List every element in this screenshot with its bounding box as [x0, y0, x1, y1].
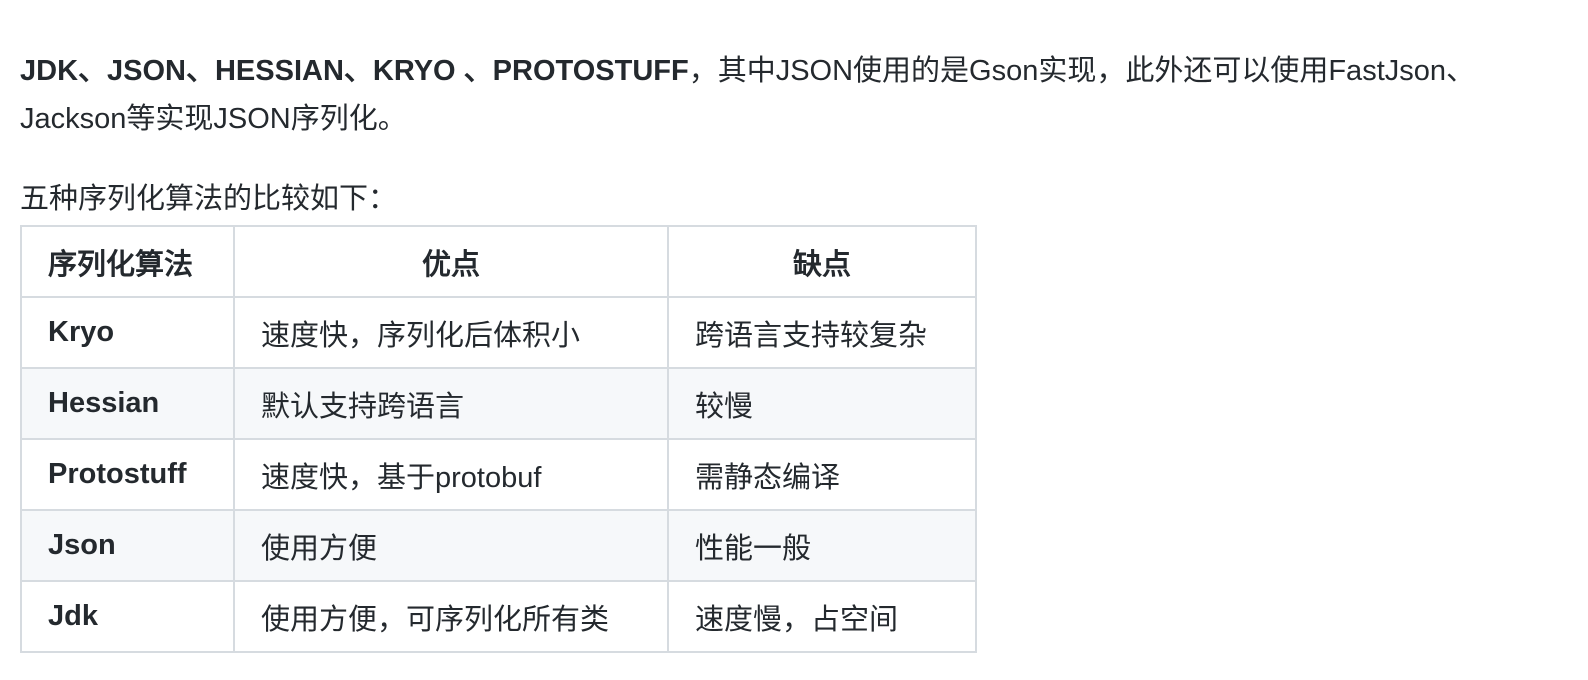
intro-line-1-rest: ，其中JSON使用的是Gson实现，此外还可以使用FastJson、 — [688, 55, 1476, 87]
algorithm-name: Hessian — [20, 367, 235, 440]
serialization-comparison-table: 序列化算法 优点 缺点 Kryo 速度快，序列化后体积小 跨语言支持较复杂 He… — [20, 225, 977, 653]
table-row: Kryo 速度快，序列化后体积小 跨语言支持较复杂 — [20, 296, 977, 369]
intro-line-1: JDK、JSON、HESSIAN、KRYO 、PROTOSTUFF，其中JSON… — [20, 47, 1588, 95]
comparison-intro: 五种序列化算法的比较如下： — [20, 183, 398, 215]
table-header-row: 序列化算法 优点 缺点 — [20, 225, 977, 298]
algorithm-cons: 需静态编译 — [667, 438, 977, 511]
algorithm-name: Kryo — [20, 296, 235, 369]
algorithm-cons: 性能一般 — [667, 509, 977, 582]
header-algorithm: 序列化算法 — [20, 225, 235, 298]
algorithm-pros: 速度快，序列化后体积小 — [233, 296, 669, 369]
algorithm-pros: 使用方便，可序列化所有类 — [233, 580, 669, 653]
algorithm-name: Protostuff — [20, 438, 235, 511]
algorithm-cons: 跨语言支持较复杂 — [667, 296, 977, 369]
algorithm-name: Json — [20, 509, 235, 582]
table-row: Jdk 使用方便，可序列化所有类 速度慢，占空间 — [20, 580, 977, 653]
algorithm-pros: 速度快，基于protobuf — [233, 438, 669, 511]
intro-line-2: Jackson等实现JSON序列化。 — [20, 103, 407, 135]
table-row: Protostuff 速度快，基于protobuf 需静态编译 — [20, 438, 977, 511]
header-pros: 优点 — [233, 225, 669, 298]
table-row: Json 使用方便 性能一般 — [20, 509, 977, 582]
algorithm-pros: 默认支持跨语言 — [233, 367, 669, 440]
table-row: Hessian 默认支持跨语言 较慢 — [20, 367, 977, 440]
algorithm-cons: 速度慢，占空间 — [667, 580, 977, 653]
intro-paragraph: JDK、JSON、HESSIAN、KRYO 、PROTOSTUFF，其中JSON… — [20, 47, 1588, 143]
format-list: JDK、JSON、HESSIAN、KRYO 、PROTOSTUFF — [20, 55, 689, 87]
algorithm-cons: 较慢 — [667, 367, 977, 440]
algorithm-pros: 使用方便 — [233, 509, 669, 582]
algorithm-name: Jdk — [20, 580, 235, 653]
header-cons: 缺点 — [667, 225, 977, 298]
